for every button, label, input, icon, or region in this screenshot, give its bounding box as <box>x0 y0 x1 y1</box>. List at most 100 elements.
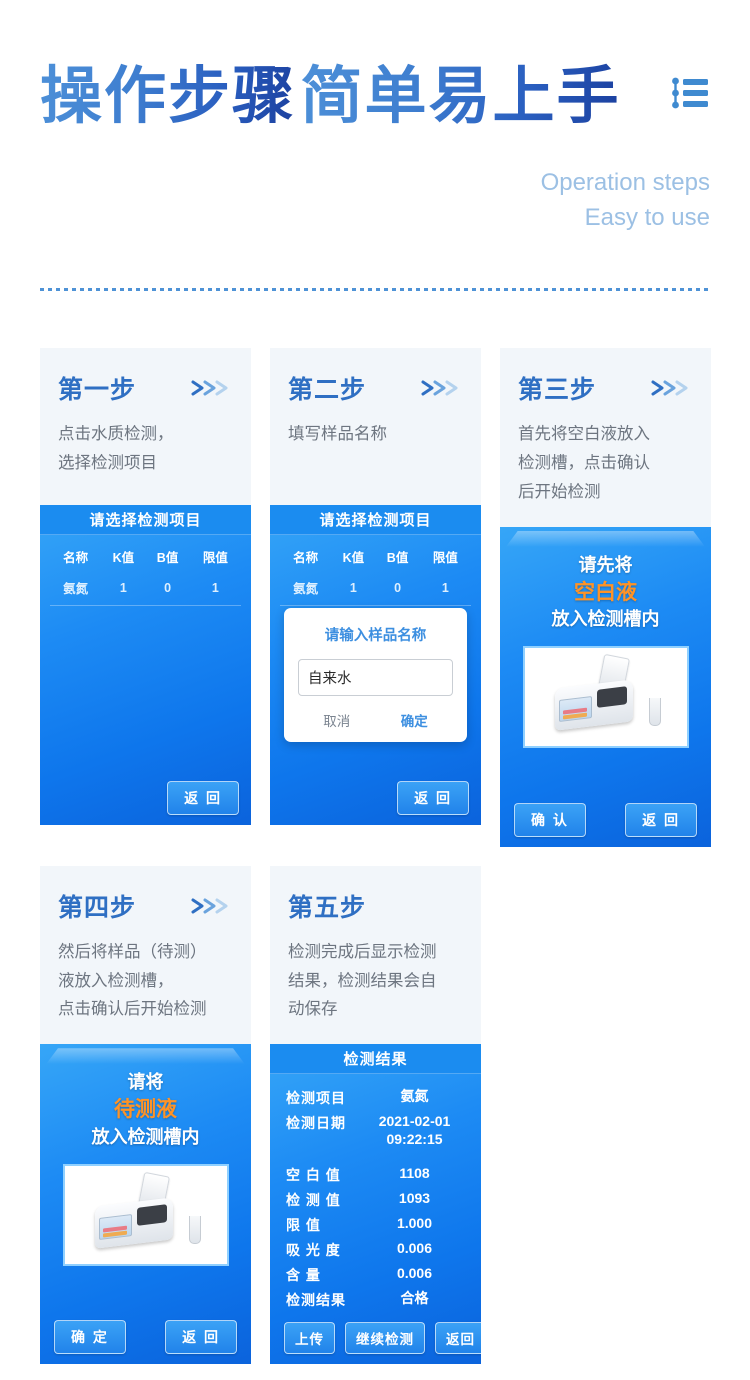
dialog-title: 请输入样品名称 <box>324 628 427 644</box>
result-row: 检测项目 氨氮 <box>286 1088 465 1108</box>
subtitle-line1: Operation steps <box>540 169 710 196</box>
step-title: 第四步 <box>58 893 137 922</box>
col-header: 名称 <box>63 551 89 565</box>
step-card-3-text: 第三步 首先将空白液放入 检测槽，点击确认 后开始检测 <box>500 348 711 527</box>
result-key: 空 白 值 <box>286 1167 341 1184</box>
cell-b: 0 <box>394 580 402 595</box>
decor-arc <box>65 1166 99 1202</box>
desc-line: 结果，检测结果会自 <box>288 971 437 990</box>
col-header: K值 <box>342 551 365 565</box>
col-header: 限值 <box>202 551 228 565</box>
table-divider <box>50 605 241 606</box>
desc-line: 检测完成后显示检测 <box>288 942 437 961</box>
result-date: 2021-02-01 <box>378 1113 451 1130</box>
result-value: 氨氮 <box>400 1088 429 1105</box>
sample-name-dialog: 请输入样品名称 自来水 取消 确定 <box>284 608 467 742</box>
table-row[interactable]: 氨氮 1 0 1 <box>280 572 471 603</box>
result-key: 限 值 <box>286 1217 321 1234</box>
back-button[interactable]: 返 回 <box>165 1320 237 1355</box>
result-list: 检测项目 氨氮 检测日期 2021-02-01 09:22:15 空 白 值 1… <box>270 1074 481 1310</box>
screen-title-bar: 请选择检测项目 <box>40 505 251 535</box>
screen-actions: 上传 继续检测 返回 <box>270 1322 481 1355</box>
cell-name: 氨氮 <box>63 582 89 596</box>
result-key: 检测项目 <box>286 1090 346 1107</box>
project-table-wrap: 名称 K值 B值 限值 氨氮 1 0 1 <box>40 541 251 603</box>
screen-actions: 返 回 <box>40 781 251 815</box>
result-key: 检 测 值 <box>286 1192 341 1209</box>
cell-name: 氨氮 <box>293 582 319 596</box>
step-description: 检测完成后显示检测 结果，检测结果会自 动保存 <box>288 938 463 1025</box>
continue-test-button[interactable]: 继续检测 <box>345 1322 425 1355</box>
confirm-button[interactable]: 确 认 <box>514 802 586 837</box>
cuvette-icon <box>648 698 661 727</box>
back-button[interactable]: 返回 <box>435 1322 481 1355</box>
result-value: 合格 <box>400 1290 429 1307</box>
upload-button[interactable]: 上传 <box>284 1322 335 1355</box>
project-table[interactable]: 名称 K值 B值 限值 氨氮 1 0 1 <box>280 541 471 603</box>
decor-arc <box>525 648 559 684</box>
subtitle-line2: Easy to use <box>584 203 710 231</box>
steps-grid: 第一步 点击水质检测， 选择检测项目 请选择检测项目 名称 K值 B值 限值 氨… <box>40 348 712 1365</box>
instruction-panel: 请将 待测液 放入检测槽内 <box>40 1044 251 1364</box>
step-description: 然后将样品（待测） 液放入检测槽， 点击确认后开始检测 <box>58 938 233 1025</box>
step-card-5: 第五步 检测完成后显示检测 结果，检测结果会自 动保存 检测结果 检测项目 氨氮… <box>270 865 481 1365</box>
step-card-4: 第四步 然后将样品（待测） 液放入检测槽， 点击确认后开始检测 请将 待测液 放… <box>40 865 251 1365</box>
table-divider <box>280 605 471 606</box>
result-value: 0.006 <box>396 1265 433 1282</box>
result-row: 限 值 1.000 <box>286 1215 465 1235</box>
instruction-line-2-accent: 空白液 <box>574 580 637 604</box>
result-row: 检测日期 2021-02-01 09:22:15 <box>286 1113 465 1148</box>
header-divider <box>40 288 710 291</box>
page-root: 操作步骤 简单易上手 Operation steps Easy to use 第… <box>0 0 750 1380</box>
device-screen-1: 请选择检测项目 名称 K值 B值 限值 氨氮 1 0 1 返 回 <box>40 505 251 825</box>
screen-title-bar: 请选择检测项目 <box>270 505 481 535</box>
desc-line: 点击水质检测， <box>58 425 174 443</box>
chevrons-right-icon <box>651 378 693 398</box>
device-display <box>98 1213 132 1241</box>
confirm-button[interactable]: 确 定 <box>54 1320 126 1355</box>
cell-limit: 1 <box>211 580 219 595</box>
cancel-button[interactable]: 取消 <box>323 710 350 730</box>
list-icon[interactable] <box>670 76 710 112</box>
cell-b: 0 <box>164 580 172 595</box>
sample-name-input[interactable]: 自来水 <box>298 659 453 696</box>
result-spacer <box>286 1153 465 1165</box>
photometer-device-photo <box>62 1164 229 1267</box>
step-card-3: 第三步 首先将空白液放入 检测槽，点击确认 后开始检测 请先将 空白液 放入检测… <box>500 348 711 847</box>
chevrons-right-icon <box>421 378 463 398</box>
screen-actions: 确 定 返 回 <box>40 1320 251 1355</box>
desc-line: 后开始检测 <box>518 482 601 501</box>
result-row: 吸 光 度 0.006 <box>286 1240 465 1260</box>
back-button[interactable]: 返 回 <box>625 802 697 837</box>
table-header-row: 名称 K值 B值 限值 <box>280 541 471 572</box>
result-row: 空 白 值 1108 <box>286 1165 465 1185</box>
desc-line: 动保存 <box>288 1000 338 1019</box>
step-card-1: 第一步 点击水质检测， 选择检测项目 请选择检测项目 名称 K值 B值 限值 氨… <box>40 348 251 847</box>
table-row[interactable]: 氨氮 1 0 1 <box>50 572 241 603</box>
step-card-2-text: 第二步 填写样品名称 <box>270 348 481 505</box>
table-header-row: 名称 K值 B值 限值 <box>50 541 241 572</box>
step-title: 第二步 <box>288 376 367 404</box>
step-card-2-head: 第二步 <box>288 370 463 406</box>
back-button[interactable]: 返 回 <box>397 781 469 815</box>
result-row: 检测结果 合格 <box>286 1290 465 1310</box>
dialog-actions: 取消 确定 <box>298 710 453 730</box>
photometer-device-photo <box>522 646 689 749</box>
chevrons-right-icon <box>191 378 233 398</box>
desc-line: 填写样品名称 <box>288 425 387 443</box>
confirm-button[interactable]: 确定 <box>401 710 428 730</box>
result-value: 1.000 <box>396 1215 433 1232</box>
result-key: 检测结果 <box>286 1292 346 1309</box>
page-header: 操作步骤 简单易上手 Operation steps Easy to use <box>0 0 750 300</box>
instruction-line-3: 放入检测槽内 <box>551 609 660 630</box>
step-card-1-head: 第一步 <box>58 370 233 406</box>
result-row: 检 测 值 1093 <box>286 1190 465 1210</box>
desc-line: 选择检测项目 <box>58 453 157 472</box>
step-title: 第五步 <box>288 893 367 922</box>
col-header: B值 <box>386 551 409 565</box>
result-key: 检测日期 <box>286 1115 346 1132</box>
back-button[interactable]: 返 回 <box>167 781 239 815</box>
screen-title-bar: 检测结果 <box>270 1044 481 1075</box>
desc-line: 首先将空白液放入 <box>518 425 650 443</box>
project-table[interactable]: 名称 K值 B值 限值 氨氮 1 0 1 <box>50 541 241 603</box>
